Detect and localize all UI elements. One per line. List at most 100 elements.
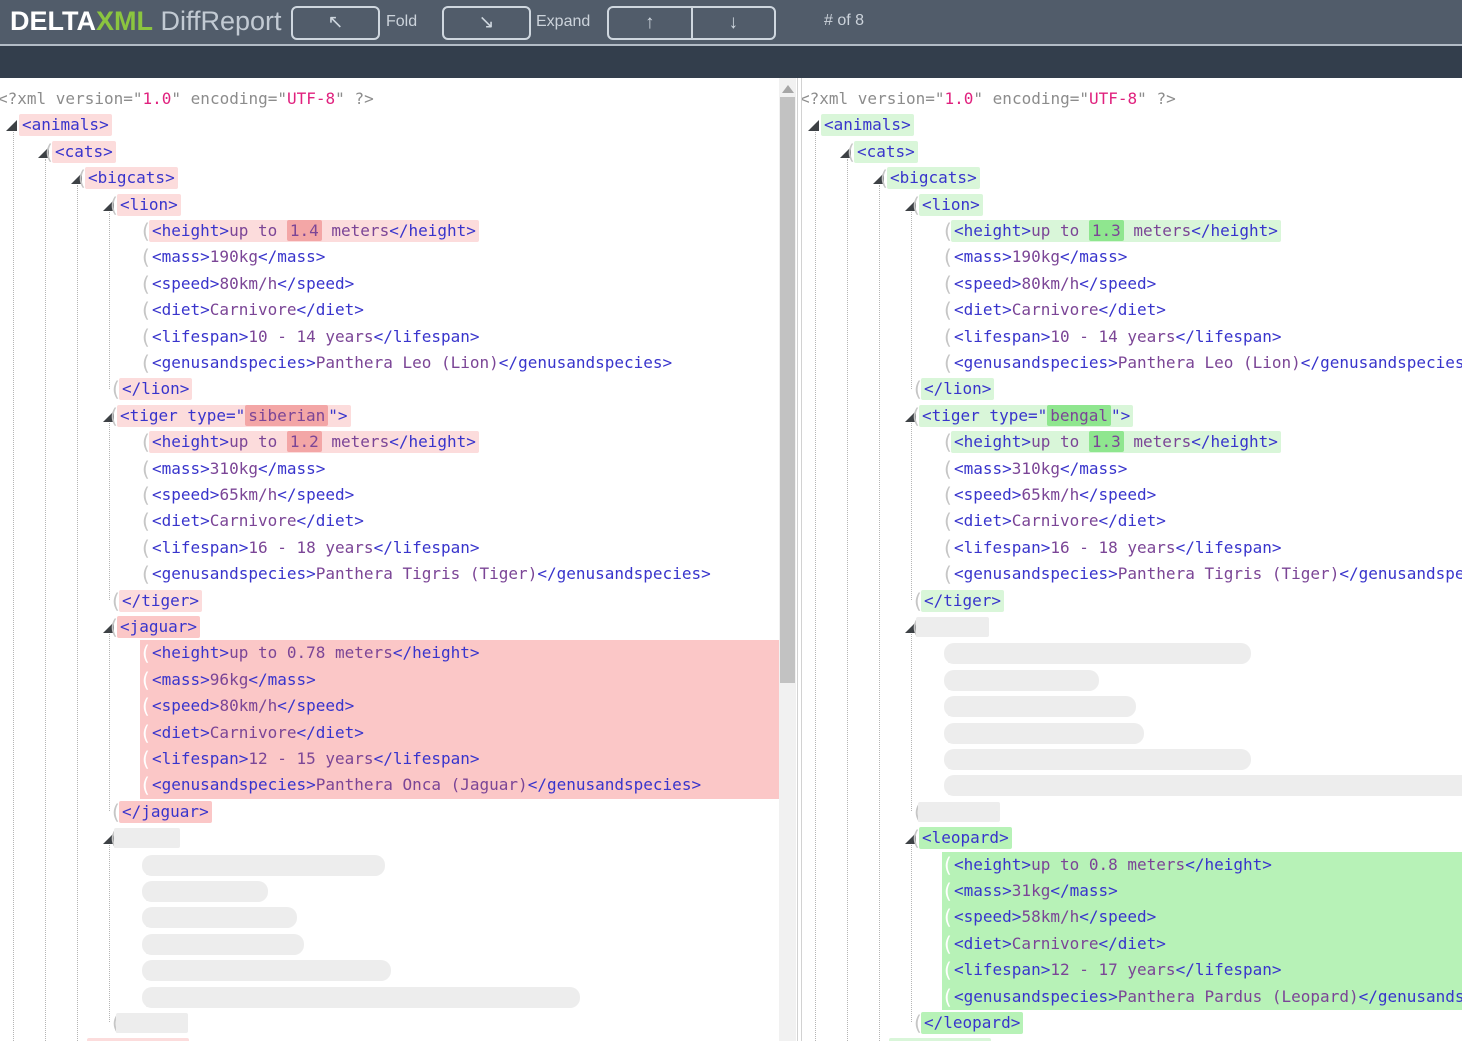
tag-token: <genusandspecies>	[152, 564, 316, 583]
tag-token: </height>	[1191, 432, 1278, 451]
scrollbar-thumb[interactable]	[780, 97, 795, 683]
tag-token: <diet>	[954, 934, 1012, 953]
left-panel-scrollbar[interactable]	[779, 78, 796, 1041]
diffreport-window: DELTAXML DiffReport ↖ Fold ↘ Expand ↑ ↓ …	[0, 0, 1462, 1041]
tag-token: </height>	[393, 643, 480, 662]
tag-token: ">	[328, 406, 347, 425]
hidden-content-placeholder	[944, 643, 1251, 664]
xml-tag-content: <leopard>	[919, 827, 1012, 849]
xml-line: (<height>up to 1.4 meters</height>	[0, 218, 779, 244]
xml-line: (<lion>	[0, 192, 779, 218]
tag-token: <cats>	[55, 142, 113, 161]
xml-tag-content: <height>up to 0.8 meters</height>	[951, 854, 1275, 876]
xml-line: (</leopard>	[802, 1010, 1462, 1036]
xml-line: (<lifespan>16 - 18 years</lifespan>	[0, 535, 779, 561]
previous-diff-button[interactable]: ↑	[609, 8, 693, 38]
tag-token: </diet>	[1099, 300, 1166, 319]
expand-collapse-icon[interactable]	[808, 120, 819, 131]
xml-tag-content: <height>up to 1.4 meters</height>	[149, 220, 479, 242]
xml-tag-content: <diet>Carnivore</diet>	[951, 933, 1169, 955]
tag-token: </lion>	[924, 379, 991, 398]
xml-tag-content: <mass>310kg</mass>	[149, 458, 328, 480]
xml-line: (<mass>310kg</mass>	[802, 456, 1462, 482]
tag-token: <lifespan>	[152, 538, 248, 557]
text-token: 80km/h	[219, 696, 277, 715]
text-token: up to	[1031, 432, 1089, 451]
xml-tag-content: </jaguar>	[119, 801, 212, 823]
expand-button[interactable]: ↘	[442, 6, 531, 40]
xml-tag-content: <tiger type="bengal">	[919, 405, 1133, 427]
text-token: 310kg	[210, 459, 258, 478]
hidden-content-placeholder	[944, 775, 1462, 796]
xml-tag-content: <bigcats>	[85, 167, 178, 189]
xml-line: </bigcats>	[0, 1036, 779, 1041]
xml-tag-content: <height>up to 1.2 meters</height>	[149, 431, 479, 453]
placeholder-line: (	[802, 772, 1462, 798]
text-token: meters	[1124, 432, 1191, 451]
tag-token: <height>	[152, 221, 229, 240]
xml-tag-content: </tiger>	[921, 590, 1004, 612]
xml-tag-content: <diet>Carnivore</diet>	[951, 510, 1169, 532]
tag-token: </lifespan>	[1176, 538, 1282, 557]
diff-counter: # of 8	[824, 12, 864, 30]
xml-tag-content: <speed>80km/h</speed>	[951, 273, 1159, 295]
xml-declaration-line: <?xml version="1.0" encoding="UTF-8" ?>	[802, 86, 1462, 112]
left-document-panel: <?xml version="1.0" encoding="UTF-8" ?><…	[0, 78, 779, 1041]
header-bar: DELTAXML DiffReport ↖ Fold ↘ Expand ↑ ↓ …	[0, 0, 1462, 46]
tag-token: </diet>	[297, 723, 364, 742]
tag-token: <lifespan>	[954, 327, 1050, 346]
xml-line: (<diet>Carnivore</diet>	[0, 508, 779, 534]
scrollbar-up-arrow-icon[interactable]	[782, 85, 794, 93]
hidden-element-placeholder	[114, 828, 180, 848]
text-token: meters	[322, 221, 389, 240]
xml-line: (<diet>Carnivore</diet>	[0, 720, 779, 746]
tag-token: </mass>	[248, 670, 315, 689]
xml-tag-content: </lion>	[119, 378, 192, 400]
tag-token: <jaguar>	[120, 617, 197, 636]
text-token: <?xml version="	[802, 89, 945, 108]
tag-token: </genusandspecies>	[1301, 353, 1462, 372]
xml-line: (<diet>Carnivore</diet>	[802, 931, 1462, 957]
up-arrow-icon: ↑	[645, 12, 655, 33]
xml-tag-content: <lion>	[919, 194, 983, 216]
tag-token: <height>	[152, 432, 229, 451]
tag-token: </tiger>	[924, 591, 1001, 610]
tag-token: </mass>	[1060, 247, 1127, 266]
xml-line: (<mass>96kg</mass>	[0, 667, 779, 693]
xml-tag-content: <diet>Carnivore</diet>	[951, 299, 1169, 321]
xml-line: (<lifespan>10 - 14 years</lifespan>	[0, 324, 779, 350]
text-token: 16 - 18 years	[1050, 538, 1175, 557]
tag-token: </genusandspecies>	[537, 564, 710, 583]
tag-token: <cats>	[857, 142, 915, 161]
xml-line: (<genusandspecies>Panthera Onca (Jaguar)…	[0, 772, 779, 798]
expand-collapse-icon[interactable]	[6, 120, 17, 131]
logo-delta: DELTA	[10, 6, 96, 36]
fold-button[interactable]: ↖	[291, 6, 380, 40]
tag-token: <tiger type="	[120, 406, 245, 425]
text-token: 16 - 18 years	[248, 538, 373, 557]
tag-token: </speed>	[1079, 907, 1156, 926]
tag-token: </mass>	[1050, 881, 1117, 900]
xml-tag-content: <bigcats>	[887, 167, 980, 189]
text-token: up to 0.78 meters	[229, 643, 393, 662]
next-diff-button[interactable]: ↓	[693, 8, 775, 38]
tag-token: <animals>	[824, 115, 911, 134]
xml-tag-content: </leopard>	[921, 1012, 1023, 1034]
xml-tag-content: <genusandspecies>Panthera Onca (Jaguar)<…	[149, 774, 704, 796]
tag-token: <mass>	[152, 247, 210, 266]
hidden-element-placeholder	[918, 802, 1000, 822]
xml-tag-content: <animals>	[821, 114, 914, 136]
tag-token: <genusandspecies>	[152, 775, 316, 794]
xml-tag-content: <diet>Carnivore</diet>	[149, 510, 367, 532]
xml-tag-content: <lifespan>16 - 18 years</lifespan>	[951, 537, 1285, 559]
xml-line: <animals>	[802, 112, 1462, 138]
hidden-content-placeholder	[142, 987, 580, 1008]
xml-line: (<genusandspecies>Panthera Leo (Lion)</g…	[0, 350, 779, 376]
xml-tag-content: <mass>190kg</mass>	[951, 246, 1130, 268]
placeholder-line: (	[802, 720, 1462, 746]
xml-line: (<tiger type="bengal">	[802, 403, 1462, 429]
tag-token: <mass>	[152, 459, 210, 478]
hidden-content-placeholder	[142, 934, 304, 955]
tag-token: </speed>	[1079, 274, 1156, 293]
xml-tag-content: </tiger>	[119, 590, 202, 612]
